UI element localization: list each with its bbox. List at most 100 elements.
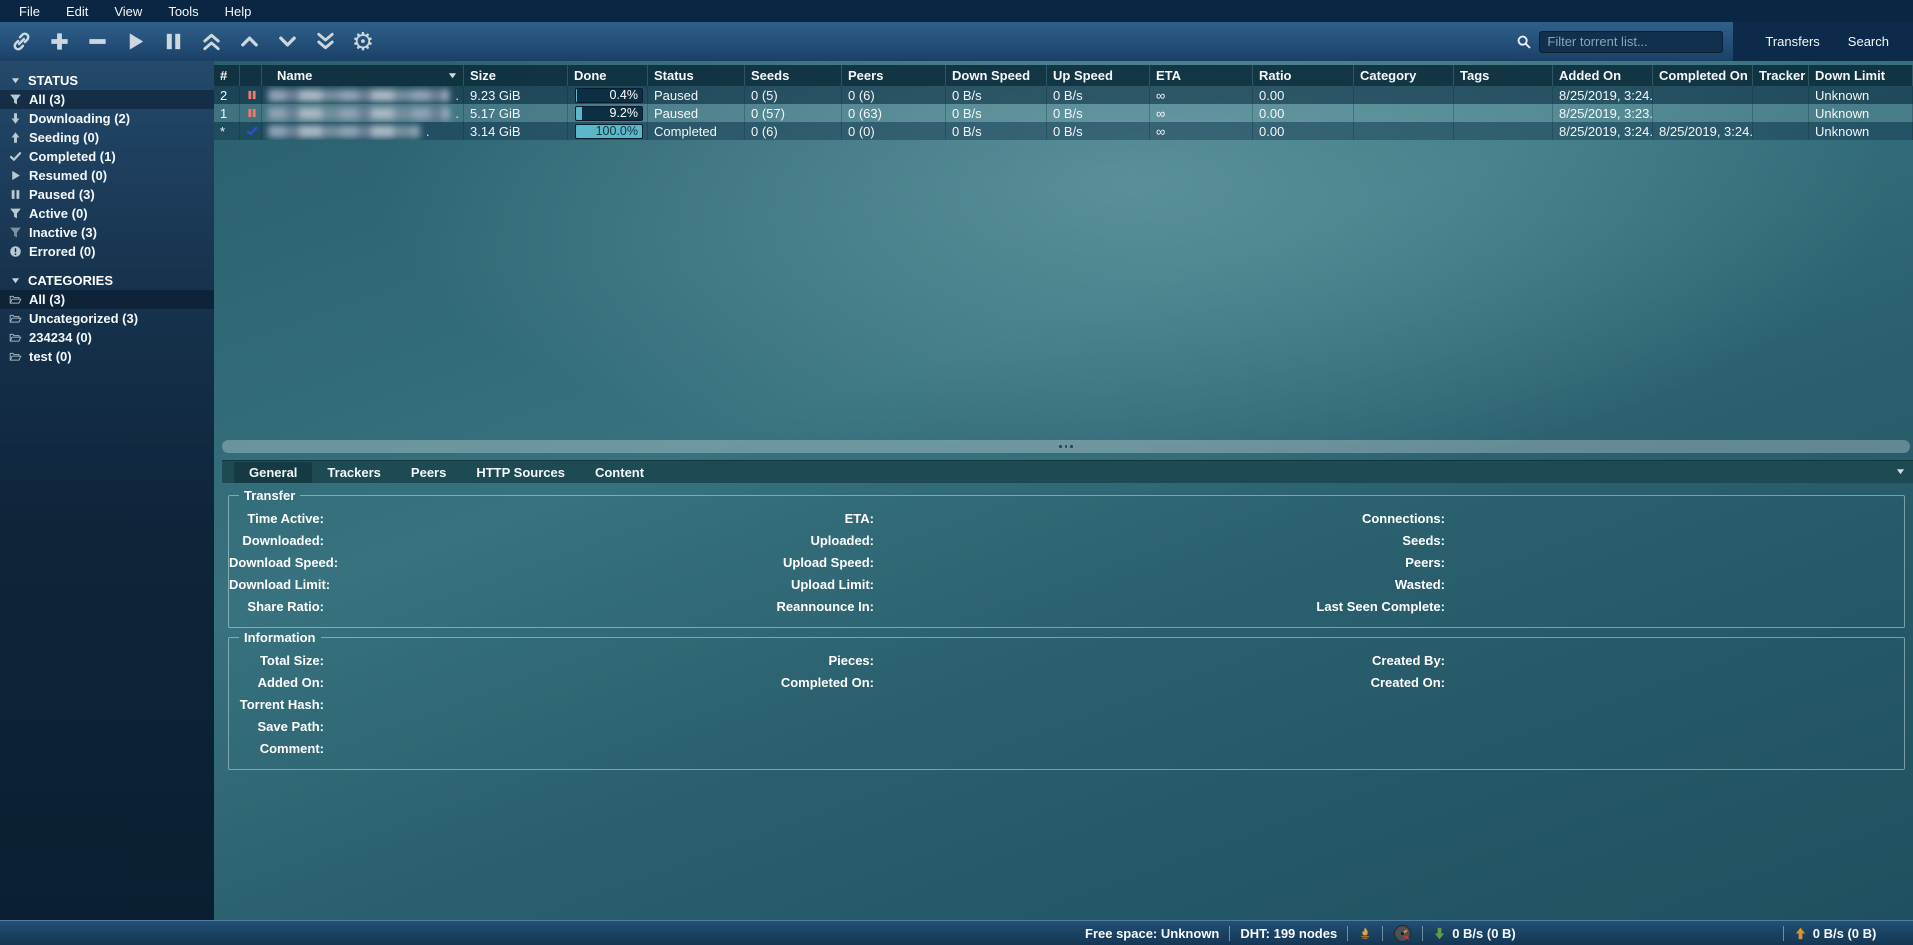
free-space-label: Free space: Unknown	[1085, 926, 1219, 941]
col-header-peers[interactable]: Peers	[842, 65, 946, 86]
col-header-added-on[interactable]: Added On	[1553, 65, 1653, 86]
move-top-button[interactable]	[198, 29, 224, 55]
status-filter-seeding-0[interactable]: Seeding (0)	[0, 128, 214, 147]
alt-speed-limits-icon[interactable]	[1393, 924, 1412, 943]
cell-ratio: 0.00	[1253, 122, 1354, 140]
cell-tracker	[1753, 104, 1809, 122]
categories-section-header[interactable]: CATEGORIES	[0, 270, 214, 290]
category-uncategorized-3[interactable]: Uncategorized (3)	[0, 309, 214, 328]
detail-tab-http-sources[interactable]: HTTP Sources	[461, 462, 580, 483]
col-header-col[interactable]	[240, 65, 262, 86]
menu-item-view[interactable]: View	[101, 2, 155, 21]
col-header-completed-on[interactable]: Completed On	[1653, 65, 1753, 86]
splitter-handle[interactable]	[1059, 445, 1073, 448]
pause-button[interactable]	[160, 29, 186, 55]
menu-item-file[interactable]: File	[6, 2, 53, 21]
cell-category	[1354, 122, 1454, 140]
cell-down-limit: Unknown	[1809, 122, 1913, 140]
col-header-tags[interactable]: Tags	[1454, 65, 1553, 86]
view-tab-search[interactable]: Search	[1834, 28, 1903, 55]
status-filter-resumed-0[interactable]: Resumed (0)	[0, 166, 214, 185]
upload-speed-label: 0 B/s (0 B)	[1813, 926, 1877, 941]
status-section-header[interactable]: STATUS	[0, 70, 214, 90]
col-header-up-speed[interactable]: Up Speed	[1047, 65, 1150, 86]
cell-state	[240, 122, 262, 140]
chevron-down-icon[interactable]	[1896, 467, 1905, 476]
col-header-blank[interactable]: #	[214, 65, 240, 86]
cell-tags	[1454, 122, 1553, 140]
table-row[interactable]: 2.9.23 GiB0.4%Paused0 (5)0 (6)0 B/s0 B/s…	[214, 86, 1913, 104]
transfer-legend: Transfer	[239, 488, 300, 503]
funnel-icon	[8, 207, 22, 221]
download-speed-indicator[interactable]: 0 B/s (0 B)	[1433, 926, 1516, 941]
status-filter-downloading-2[interactable]: Downloading (2)	[0, 109, 214, 128]
status-filter-paused-3[interactable]: Paused (3)	[0, 185, 214, 204]
progress-bar: 100.0%	[575, 124, 643, 139]
item-label: Resumed (0)	[29, 168, 107, 183]
move-down-button[interactable]	[274, 29, 300, 55]
menu-item-edit[interactable]: Edit	[53, 2, 101, 21]
delete-torrent-button[interactable]	[84, 29, 110, 55]
category-all-3[interactable]: All (3)	[0, 290, 214, 309]
table-row[interactable]: 1.5.17 GiB9.2%Paused0 (57)0 (63)0 B/s0 B…	[214, 104, 1913, 122]
col-header-ratio[interactable]: Ratio	[1253, 65, 1354, 86]
move-up-button[interactable]	[236, 29, 262, 55]
filter-input[interactable]	[1539, 31, 1723, 53]
col-header-tracker[interactable]: Tracker	[1753, 65, 1809, 86]
col-header-name[interactable]: Name	[262, 65, 464, 86]
cell-completed-on	[1653, 104, 1753, 122]
detail-tab-peers[interactable]: Peers	[396, 462, 461, 483]
col-header-size[interactable]: Size	[464, 65, 568, 86]
menu-item-help[interactable]: Help	[212, 2, 265, 21]
category-234234-0[interactable]: 234234 (0)	[0, 328, 214, 347]
detail-tab-general[interactable]: General	[234, 462, 312, 483]
toolbar: ⚙ TransfersSearch	[0, 22, 1913, 61]
cell-up-speed: 0 B/s	[1047, 104, 1150, 122]
cell-eta: ∞	[1150, 86, 1253, 104]
status-filter-active-0[interactable]: Active (0)	[0, 204, 214, 223]
col-header-eta[interactable]: ETA	[1150, 65, 1253, 86]
col-header-down-limit[interactable]: Down Limit	[1809, 65, 1913, 86]
cell-eta: ∞	[1150, 122, 1253, 140]
table-row[interactable]: *.3.14 GiB100.0%Completed0 (6)0 (0)0 B/s…	[214, 122, 1913, 140]
status-filter-inactive-3[interactable]: Inactive (3)	[0, 223, 214, 242]
resume-button[interactable]	[122, 29, 148, 55]
cell-seeds: 0 (57)	[745, 104, 842, 122]
item-label: Seeding (0)	[29, 130, 99, 145]
detail-field-row: Torrent Hash:	[229, 693, 1904, 715]
col-header-done[interactable]: Done	[568, 65, 648, 86]
cell-priority: *	[214, 122, 240, 140]
cell-category	[1354, 104, 1454, 122]
cell-down-limit: Unknown	[1809, 104, 1913, 122]
connection-status-icon[interactable]	[1358, 926, 1372, 941]
add-torrent-link-button[interactable]	[8, 29, 34, 55]
category-test-0[interactable]: test (0)	[0, 347, 214, 366]
pause-icon	[8, 188, 22, 202]
col-header-category[interactable]: Category	[1354, 65, 1454, 86]
col-header-down-speed[interactable]: Down Speed	[946, 65, 1047, 86]
item-label: Completed (1)	[29, 149, 116, 164]
field-label-total-size: Total Size:	[229, 653, 324, 668]
detail-field-row: Download Limit:Upload Limit:Wasted:	[229, 573, 1904, 595]
menu-item-tools[interactable]: Tools	[155, 2, 211, 21]
field-label-peers: Peers:	[1304, 555, 1445, 570]
status-filter-all-3[interactable]: All (3)	[0, 90, 214, 109]
add-torrent-file-button[interactable]	[46, 29, 72, 55]
status-filter-completed-1[interactable]: Completed (1)	[0, 147, 214, 166]
options-button[interactable]: ⚙	[350, 29, 376, 55]
cell-added-on: 8/25/2019, 3:24...	[1553, 86, 1653, 104]
detail-tab-trackers[interactable]: Trackers	[312, 462, 396, 483]
view-tab-transfers[interactable]: Transfers	[1751, 28, 1833, 55]
upload-speed-indicator[interactable]: 0 B/s (0 B)	[1794, 926, 1877, 941]
cell-up-speed: 0 B/s	[1047, 86, 1150, 104]
field-label-torrent-hash: Torrent Hash:	[229, 697, 324, 712]
redacted-torrent-name	[268, 125, 420, 138]
detail-tab-content[interactable]: Content	[580, 462, 659, 483]
move-bottom-button[interactable]	[312, 29, 338, 55]
arrow-down-icon	[8, 112, 22, 126]
horizontal-scrollbar[interactable]	[222, 440, 1910, 453]
item-label: All (3)	[29, 292, 65, 307]
col-header-seeds[interactable]: Seeds	[745, 65, 842, 86]
status-filter-errored-0[interactable]: Errored (0)	[0, 242, 214, 261]
col-header-status[interactable]: Status	[648, 65, 745, 86]
